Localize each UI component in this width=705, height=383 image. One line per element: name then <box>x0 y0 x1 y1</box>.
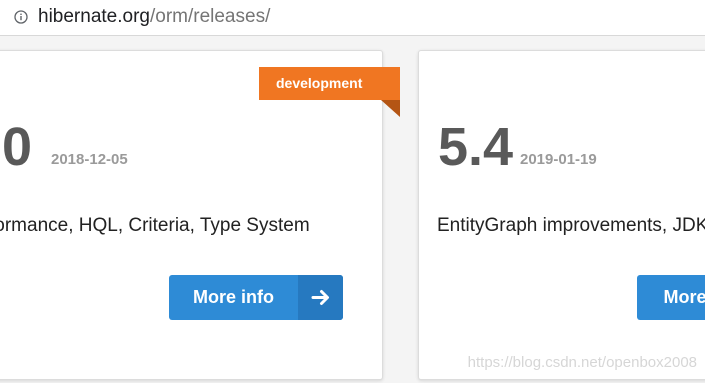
version-number: .0 <box>0 117 33 177</box>
watermark: https://blog.csdn.net/openbox2008 <box>467 354 697 371</box>
more-info-label: More info <box>193 287 274 307</box>
url-text[interactable]: hibernate.org/orm/releases/ <box>38 5 270 29</box>
release-card-5-4: 5.4 2019-01-19 EntityGraph improvements,… <box>418 50 705 380</box>
badge-fold <box>381 100 400 117</box>
release-description: formance, HQL, Criteria, Type System <box>0 215 310 236</box>
arrow-right-icon <box>298 275 343 320</box>
more-info-label: More <box>663 287 705 307</box>
development-badge: development <box>259 67 400 100</box>
release-date: 2018-12-05 <box>51 151 128 168</box>
url-path: /orm/releases/ <box>149 6 271 27</box>
more-info-button[interactable]: More <box>637 275 705 320</box>
more-info-button[interactable]: More info <box>169 275 343 320</box>
release-description: EntityGraph improvements, JDK <box>437 215 705 236</box>
url-host: hibernate.org <box>38 6 150 27</box>
version-number: 5.4 <box>438 117 514 177</box>
release-date: 2019-01-19 <box>520 151 597 168</box>
address-bar[interactable]: hibernate.org/orm/releases/ <box>0 0 705 36</box>
info-icon[interactable] <box>14 10 28 24</box>
